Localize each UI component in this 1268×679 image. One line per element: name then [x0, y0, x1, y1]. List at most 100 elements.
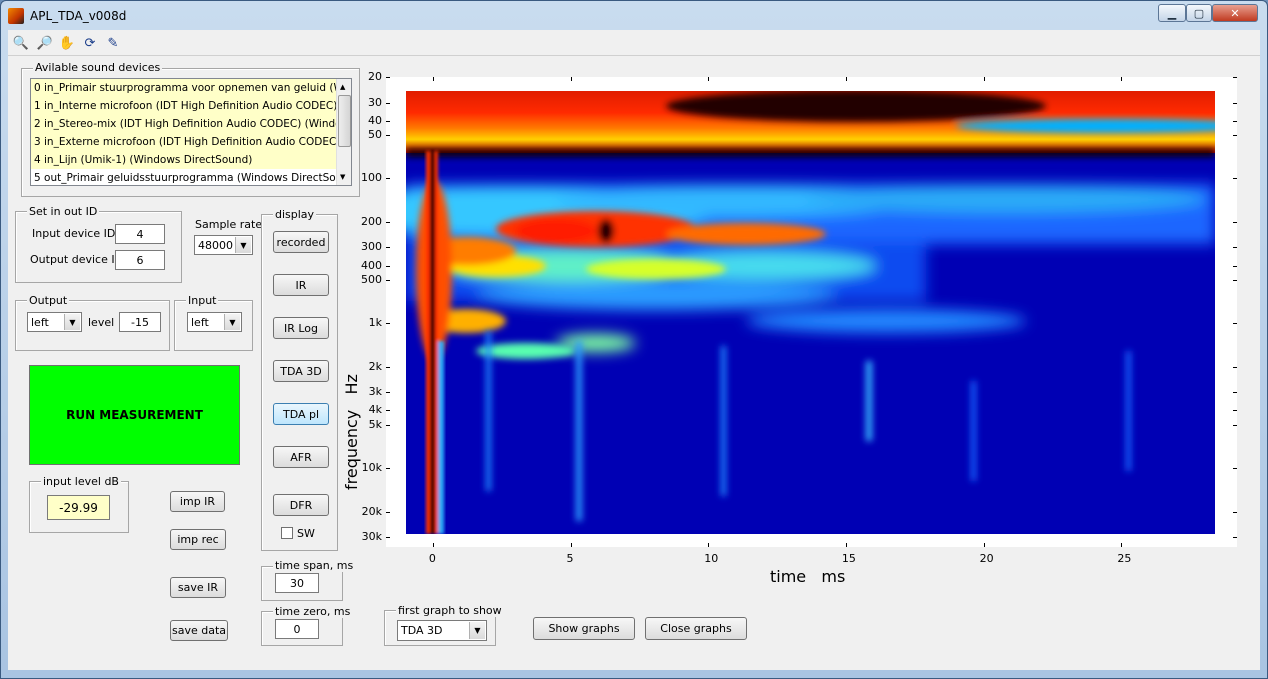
x-tick-mark: [570, 543, 572, 547]
recorded-button[interactable]: recorded: [273, 231, 329, 253]
listbox-scrollbar[interactable]: ▲ ▼: [336, 79, 351, 185]
tda-heatmap[interactable]: [406, 91, 1215, 534]
first-graph-label: first graph to show: [396, 604, 504, 617]
heatmap-svg: [406, 91, 1215, 534]
sample-rate-label: Sample rate: [195, 218, 263, 231]
x-tick-mark: [1121, 77, 1123, 81]
y-tick-mark: [386, 221, 390, 223]
output-device-label: Output device ID: [30, 253, 124, 266]
matlab-icon: [8, 8, 24, 24]
output-level-field[interactable]: -15: [119, 312, 161, 332]
x-axis-label: time ms: [770, 567, 846, 586]
window-title: APL_TDA_v008d: [30, 9, 127, 23]
ir-log-button[interactable]: IR Log: [273, 317, 329, 339]
y-tick-mark: [386, 410, 390, 412]
tda-3d-button[interactable]: TDA 3D: [273, 360, 329, 382]
x-tick-mark: [845, 77, 847, 81]
rotate-3d-icon[interactable]: ⟳: [81, 34, 99, 52]
save-ir-button[interactable]: save IR: [170, 577, 226, 598]
y-tick-mark: [386, 392, 390, 394]
y-tick-label: 5k: [368, 417, 382, 431]
scroll-thumb[interactable]: [338, 95, 351, 147]
display-group-label: display: [273, 208, 317, 221]
y-tick-mark: [1233, 366, 1237, 368]
first-graph-select[interactable]: TDA 3D ▼: [397, 620, 487, 641]
x-tick-label: 10: [704, 552, 719, 565]
y-tick-mark: [1233, 134, 1237, 136]
run-measurement-button[interactable]: RUN MEASUREMENT: [29, 365, 240, 465]
y-tick-mark: [1233, 392, 1237, 394]
y-tick-mark: [1233, 120, 1237, 122]
inout-group: [15, 211, 182, 283]
time-span-field[interactable]: 30: [275, 573, 319, 593]
y-tick-mark: [1233, 537, 1237, 539]
x-tick-label: 0: [428, 552, 436, 565]
y-tick-label: 50: [368, 127, 382, 141]
chevron-down-icon[interactable]: ▼: [224, 314, 240, 330]
pan-hand-icon[interactable]: ✋: [58, 34, 76, 52]
y-tick-mark: [1233, 410, 1237, 412]
list-item[interactable]: 0 in_Primair stuurprogramma voor opnemen…: [31, 79, 336, 97]
afr-button[interactable]: AFR: [273, 446, 329, 468]
maximize-button[interactable]: ▢: [1186, 4, 1212, 22]
y-tick-mark: [386, 511, 390, 513]
close-graphs-button[interactable]: Close graphs: [645, 617, 747, 640]
input-device-field[interactable]: 4: [115, 224, 165, 244]
sample-rate-value: 48000: [198, 238, 233, 252]
imp-ir-button[interactable]: imp IR: [170, 491, 225, 512]
chevron-down-icon[interactable]: ▼: [64, 314, 80, 330]
y-tick-label: 200: [361, 214, 382, 228]
list-item[interactable]: 1 in_Interne microfoon (IDT High Definit…: [31, 97, 336, 115]
y-tick-mark: [386, 77, 390, 78]
y-tick-mark: [386, 537, 390, 539]
zoom-out-icon[interactable]: 🔎: [36, 34, 54, 52]
ir-button[interactable]: IR: [273, 274, 329, 296]
x-tick-mark: [983, 543, 985, 547]
scroll-up-icon[interactable]: ▲: [340, 83, 345, 91]
inout-group-label: Set in out ID: [27, 205, 100, 218]
list-item[interactable]: 5 out_Primair geluidsstuurprogramma (Win…: [31, 169, 336, 185]
device-listbox[interactable]: 0 in_Primair stuurprogramma voor opnemen…: [30, 78, 352, 186]
tda-pl-button[interactable]: TDA pl: [273, 403, 329, 425]
y-tick-label: 10k: [361, 461, 382, 475]
data-cursor-icon[interactable]: ✎: [104, 34, 122, 52]
zoom-in-icon[interactable]: 🔍: [12, 34, 30, 52]
sw-checkbox[interactable]: [281, 527, 293, 539]
chevron-down-icon[interactable]: ▼: [235, 237, 251, 253]
input-group-label: Input: [186, 294, 219, 307]
y-tick-mark: [386, 279, 390, 281]
sw-label: SW: [297, 527, 315, 540]
y-tick-label: 2k: [368, 359, 382, 373]
imp-rec-button[interactable]: imp rec: [170, 529, 226, 550]
y-tick-label: 20k: [361, 504, 382, 518]
input-level-label: input level dB: [41, 475, 121, 488]
list-item[interactable]: 4 in_Lijn (Umik-1) (Windows DirectSound): [31, 151, 336, 169]
first-graph-value: TDA 3D: [401, 624, 443, 637]
input-channel-select[interactable]: left ▼: [187, 312, 242, 332]
list-item[interactable]: 3 in_Externe microfoon (IDT High Definit…: [31, 133, 336, 151]
y-tick-mark: [386, 468, 390, 470]
y-tick-mark: [386, 265, 390, 267]
time-span-label: time span, ms: [273, 559, 356, 572]
minimize-button[interactable]: ▁: [1158, 4, 1186, 22]
dfr-button[interactable]: DFR: [273, 494, 329, 516]
output-device-field[interactable]: 6: [115, 250, 165, 270]
y-tick-mark: [386, 323, 390, 325]
y-tick-label: 400: [361, 258, 382, 272]
y-tick-mark: [386, 120, 390, 122]
output-channel-select[interactable]: left ▼: [27, 312, 82, 332]
time-zero-field[interactable]: 0: [275, 619, 319, 639]
scroll-down-icon[interactable]: ▼: [340, 173, 345, 181]
sample-rate-select[interactable]: 48000 ▼: [194, 235, 253, 255]
y-tick-mark: [386, 134, 390, 136]
close-button[interactable]: ✕: [1212, 4, 1258, 22]
y-tick-label: 1k: [368, 316, 382, 330]
list-item[interactable]: 2 in_Stereo-mix (IDT High Definition Aud…: [31, 115, 336, 133]
x-tick-mark: [708, 543, 710, 547]
y-tick-mark: [1233, 279, 1237, 281]
title-bar[interactable]: APL_TDA_v008d ▁ ▢ ✕: [0, 0, 1266, 30]
chevron-down-icon[interactable]: ▼: [469, 622, 485, 639]
save-data-button[interactable]: save data: [170, 620, 228, 641]
show-graphs-button[interactable]: Show graphs: [533, 617, 635, 640]
x-tick-label: 5: [566, 552, 574, 565]
